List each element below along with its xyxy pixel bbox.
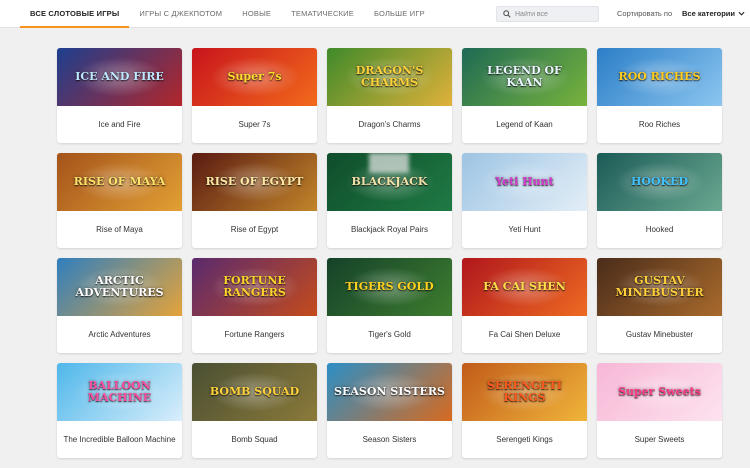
tab-4[interactable]: ТЕМАТИЧЕСКИЕ <box>281 0 364 28</box>
game-card[interactable]: Yeti Hunt Yeti Hunt <box>462 153 587 248</box>
search-input[interactable] <box>515 10 595 18</box>
game-title: Rise of Maya <box>96 225 143 234</box>
game-logo: ICE AND FIRE <box>75 70 164 84</box>
tab-3[interactable]: НОВЫЕ <box>232 0 281 28</box>
game-title: Hooked <box>645 225 674 234</box>
game-card[interactable]: DRAGON'S CHARMS Dragon's Charms <box>327 48 452 143</box>
game-thumbnail[interactable]: ICE AND FIRE <box>57 48 182 106</box>
game-card[interactable]: ICE AND FIRE Ice and Fire <box>57 48 182 143</box>
game-card[interactable]: RISE OF EGYPT Rise of Egypt <box>192 153 317 248</box>
game-thumbnail[interactable]: BALLOON MACHINE <box>57 363 182 421</box>
game-thumbnail[interactable]: LEGEND OF KAAN <box>462 48 587 106</box>
game-title: Serengeti Kings <box>496 435 553 444</box>
game-logo: LEGEND OF KAAN <box>487 64 562 89</box>
game-thumbnail[interactable]: FA CAI SHEN <box>462 258 587 316</box>
game-card[interactable]: Super 7s Super 7s <box>192 48 317 143</box>
game-thumbnail[interactable]: ARCTIC ADVENTURES <box>57 258 182 316</box>
game-thumbnail[interactable]: Yeti Hunt <box>462 153 587 211</box>
game-logo: BALLOON MACHINE <box>87 379 152 404</box>
game-card[interactable]: HOOKED Hooked <box>597 153 722 248</box>
game-card[interactable]: Super Sweets Super Sweets <box>597 363 722 458</box>
game-card[interactable]: FA CAI SHEN Fa Cai Shen Deluxe <box>462 258 587 353</box>
game-thumbnail[interactable]: BOMB SQUAD <box>192 363 317 421</box>
game-logo: ARCTIC ADVENTURES <box>75 274 164 299</box>
game-logo: RISE OF EGYPT <box>205 175 304 189</box>
game-card[interactable]: LEGEND OF KAAN Legend of Kaan <box>462 48 587 143</box>
game-title: Fa Cai Shen Deluxe <box>488 330 561 339</box>
game-thumbnail[interactable]: SEASON SISTERS <box>327 363 452 421</box>
game-thumbnail[interactable]: BLACKJACK <box>327 153 452 211</box>
game-thumbnail[interactable]: SERENGETI KINGS <box>462 363 587 421</box>
game-logo: BLACKJACK <box>351 175 428 189</box>
game-logo: Super Sweets <box>618 385 701 399</box>
category-dropdown-value: Все категории <box>682 9 736 18</box>
game-logo: FA CAI SHEN <box>483 280 566 294</box>
game-title: Dragon's Charms <box>358 120 421 129</box>
game-card[interactable]: SEASON SISTERS Season Sisters <box>327 363 452 458</box>
game-card[interactable]: GUSTAV MINEBUSTER Gustav Minebuster <box>597 258 722 353</box>
category-dropdown[interactable]: Все категории <box>682 0 745 28</box>
tab-2[interactable]: ИГРЫ С ДЖЕКПОТОМ <box>129 0 232 28</box>
game-thumbnail[interactable]: ROO RICHES <box>597 48 722 106</box>
game-logo: RISE OF MAYA <box>73 175 166 189</box>
game-logo: Yeti Hunt <box>495 175 554 189</box>
game-logo: TIGERS GOLD <box>345 280 434 294</box>
top-navigation-bar: ВСЕ СЛОТОВЫЕ ИГРЫ ИГРЫ С ДЖЕКПОТОМ НОВЫЕ ТЕ… <box>0 0 750 28</box>
sort-label: Сортировать по <box>617 9 673 18</box>
game-title: Rise of Egypt <box>230 225 279 234</box>
game-thumbnail[interactable]: RISE OF MAYA <box>57 153 182 211</box>
game-title: Blackjack Royal Pairs <box>351 225 428 234</box>
games-grid: ICE AND FIRE Ice and Fire Super 7s Super 7s… <box>57 48 722 458</box>
game-logo: SERENGETI KINGS <box>486 379 563 404</box>
game-thumbnail[interactable]: HOOKED <box>597 153 722 211</box>
search-icon <box>503 5 511 23</box>
game-title: Season Sisters <box>362 435 417 444</box>
game-card[interactable]: ARCTIC ADVENTURES Arctic Adventures <box>57 258 182 353</box>
game-thumbnail[interactable]: DRAGON'S CHARMS <box>327 48 452 106</box>
game-card[interactable]: BALLOON MACHINE The Incredible Balloon Ma… <box>57 363 182 458</box>
game-logo: HOOKED <box>630 175 689 189</box>
game-title: Gustav Minebuster <box>625 330 694 339</box>
game-logo: DRAGON'S CHARMS <box>355 64 424 89</box>
game-card[interactable]: ROO RICHES Roo Riches <box>597 48 722 143</box>
search-box[interactable] <box>496 6 599 22</box>
game-title: Super Sweets <box>634 435 685 444</box>
game-card[interactable]: TIGERS GOLD Tiger's Gold <box>327 258 452 353</box>
game-title: Bomb Squad <box>231 435 278 444</box>
game-logo: GUSTAV MINEBUSTER <box>615 274 704 299</box>
blurred-area <box>369 153 409 173</box>
game-logo: SEASON SISTERS <box>334 385 445 399</box>
game-thumbnail[interactable]: GUSTAV MINEBUSTER <box>597 258 722 316</box>
chevron-down-icon <box>735 0 745 28</box>
game-title: Roo Riches <box>638 120 681 129</box>
game-card[interactable]: RISE OF MAYA Rise of Maya <box>57 153 182 248</box>
game-title: Fortune Rangers <box>224 330 285 339</box>
game-thumbnail[interactable]: RISE OF EGYPT <box>192 153 317 211</box>
game-title: Super 7s <box>238 120 271 129</box>
game-card[interactable]: BLACKJACK Blackjack Royal Pairs <box>327 153 452 248</box>
game-thumbnail[interactable]: Super 7s <box>192 48 317 106</box>
game-logo: Super 7s <box>227 70 282 84</box>
game-title: Legend of Kaan <box>496 120 553 129</box>
game-title: Ice and Fire <box>98 120 141 129</box>
game-logo: FORTUNE RANGERS <box>223 274 286 299</box>
game-logo: BOMB SQUAD <box>209 385 300 399</box>
game-title: Tiger's Gold <box>368 330 411 339</box>
tab-1[interactable]: ВСЕ СЛОТОВЫЕ ИГРЫ <box>20 0 130 28</box>
game-thumbnail[interactable]: Super Sweets <box>597 363 722 421</box>
game-thumbnail[interactable]: FORTUNE RANGERS <box>192 258 317 316</box>
game-card[interactable]: BOMB SQUAD Bomb Squad <box>192 363 317 458</box>
game-logo: ROO RICHES <box>618 70 701 84</box>
game-card[interactable]: FORTUNE RANGERS Fortune Rangers <box>192 258 317 353</box>
tab-5[interactable]: БОЛЬШЕ ИГР <box>364 0 435 28</box>
game-title: Yeti Hunt <box>508 225 541 234</box>
game-thumbnail[interactable]: TIGERS GOLD <box>327 258 452 316</box>
game-card[interactable]: SERENGETI KINGS Serengeti Kings <box>462 363 587 458</box>
game-title: The Incredible Balloon Machine <box>63 435 176 444</box>
game-title: Arctic Adventures <box>88 330 151 339</box>
category-tabs: ВСЕ СЛОТОВЫЕ ИГРЫ ИГРЫ С ДЖЕКПОТОМ НОВЫЕ ТЕ… <box>20 0 435 28</box>
